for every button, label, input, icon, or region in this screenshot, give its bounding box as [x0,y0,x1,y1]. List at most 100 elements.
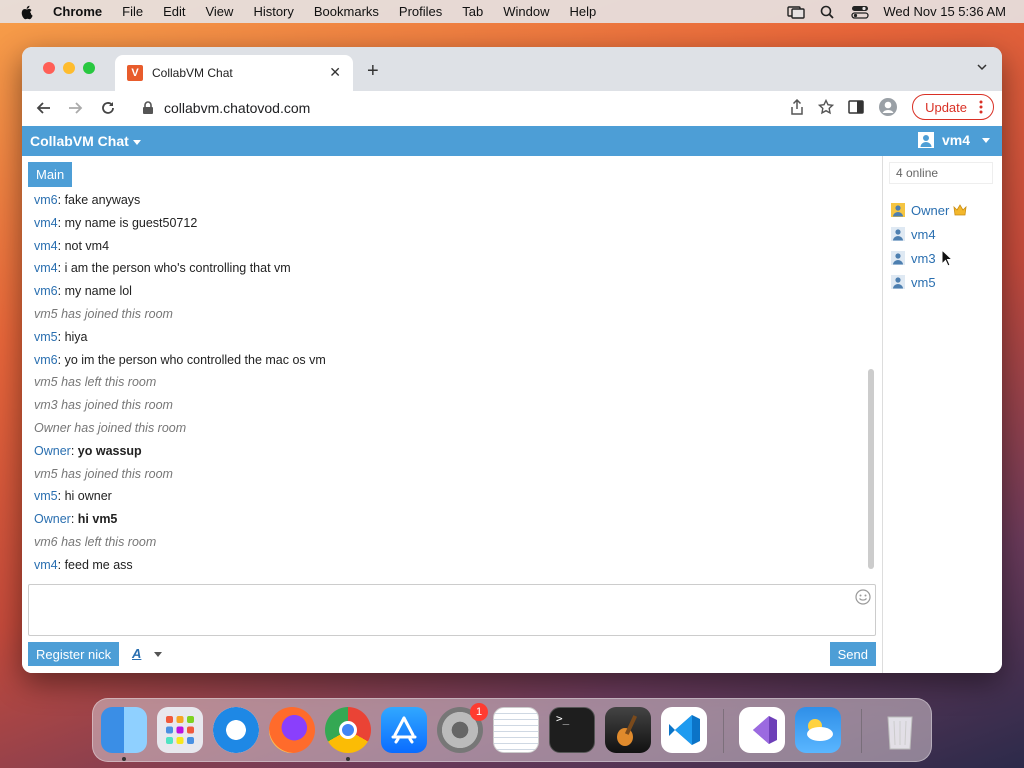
close-window-button[interactable] [43,62,55,74]
new-tab-icon[interactable]: + [367,60,379,83]
user-list: Owner vm4 vm3 vm5 [891,198,967,294]
message-text: hiya [64,329,88,344]
chat-message: Owner: yo wassup [34,440,864,463]
message-separator: : [57,261,65,276]
chrome-icon[interactable] [325,707,371,753]
chat-message: vm6: fake anyways [34,189,864,212]
message-nick[interactable]: vm4 [34,239,58,253]
browser-toolbar: collabvm.chatovod.com Update [22,91,1002,126]
vscode-icon[interactable] [661,707,707,753]
message-scrollbar[interactable] [867,189,875,579]
menu-tab[interactable]: Tab [462,4,483,19]
message-nick[interactable]: vm6 [34,193,58,207]
register-nick-button[interactable]: Register nick [28,642,120,666]
format-caret-icon[interactable] [154,652,162,657]
system-message: vm5 has joined this room [34,463,864,486]
screen-mirror-icon[interactable] [787,5,806,19]
smiley-icon[interactable] [855,589,871,605]
current-user-menu[interactable]: vm4 [917,132,990,148]
visual-studio-icon[interactable] [739,707,785,753]
message-nick[interactable]: vm6 [34,353,58,367]
menu-edit[interactable]: Edit [163,4,185,19]
bookmark-star-icon[interactable] [818,99,835,115]
menu-bookmarks[interactable]: Bookmarks [314,4,379,19]
control-center-icon[interactable] [851,5,870,19]
spotlight-search-icon[interactable] [819,5,837,19]
menu-app-name[interactable]: Chrome [53,4,102,19]
close-tab-icon[interactable]: ✕ [329,64,341,81]
chat-brand-menu[interactable]: CollabVM Chat [30,133,141,149]
address-bar[interactable]: collabvm.chatovod.com [132,93,792,123]
update-button[interactable]: Update [912,94,994,120]
message-separator: : [57,193,65,207]
user-list-item[interactable]: Owner [891,198,967,222]
chat-message: vm4: i am the person who's controlling t… [34,257,864,280]
share-icon[interactable] [790,99,804,115]
firefox-icon[interactable] [269,707,315,753]
message-nick[interactable]: Owner [34,444,71,458]
text-format-button[interactable]: A [132,646,141,661]
tab-collabvm-chat[interactable]: V CollabVM Chat ✕ [115,55,353,91]
message-text: vm5 has joined this room [34,306,173,321]
lock-icon[interactable] [142,101,154,115]
menu-window[interactable]: Window [503,4,549,19]
message-separator: : [57,215,65,230]
message-nick[interactable]: Owner [34,512,71,526]
apple-icon[interactable] [19,4,35,20]
tab-search-chevron-icon[interactable] [976,61,988,73]
message-separator: : [70,512,78,527]
reload-icon[interactable] [100,100,116,116]
online-count: 4 online [889,162,993,184]
menu-help[interactable]: Help [570,4,597,19]
textedit-icon[interactable] [493,707,539,753]
user-list-item[interactable]: vm3 [891,246,967,270]
message-nick[interactable]: vm4 [34,558,58,572]
forward-arrow-icon[interactable] [67,100,83,116]
menu-history[interactable]: History [253,4,293,19]
menu-clock[interactable]: Wed Nov 15 5:36 AM [883,4,1006,19]
user-icon [891,203,905,217]
menu-profiles[interactable]: Profiles [399,4,442,19]
minimize-window-button[interactable] [63,62,75,74]
message-list: vm6: fake anyways vm4: my name is guest50… [34,189,864,579]
url-text[interactable]: collabvm.chatovod.com [164,100,310,116]
profile-avatar-icon[interactable] [878,97,898,117]
finder-icon[interactable] [101,707,147,753]
menu-view[interactable]: View [205,4,233,19]
message-input[interactable] [28,584,876,636]
tab-main-room[interactable]: Main [28,162,73,187]
terminal-icon[interactable]: >_ [549,707,595,753]
more-menu-icon [979,100,983,114]
zoom-window-button[interactable] [83,62,95,74]
user-icon [891,227,905,241]
brand-caret-icon [132,139,141,145]
tab-strip: V CollabVM Chat ✕ + [22,47,1002,91]
send-button[interactable]: Send [829,642,876,666]
weather-icon[interactable] [795,707,841,753]
chat-message: vm4: feed me ass [34,554,864,577]
message-text: my name lol [64,284,132,299]
chat-message: vm5: hiya [34,326,864,349]
side-panel-icon[interactable] [848,100,864,114]
message-nick[interactable]: vm4 [34,261,58,275]
dock-separator [723,709,724,753]
chrome-center-dot [339,721,357,739]
message-nick[interactable]: vm5 [34,489,58,503]
app-store-icon[interactable] [381,707,427,753]
terminal-prompt-glyph: >_ [556,712,570,725]
update-label: Update [925,99,967,115]
message-nick[interactable]: vm6 [34,284,58,298]
back-arrow-icon[interactable] [36,100,52,116]
message-text: vm3 has joined this room [34,398,173,413]
safari-icon[interactable] [213,707,259,753]
message-nick[interactable]: vm4 [34,216,58,230]
user-list-item[interactable]: vm5 [891,270,967,294]
menu-file[interactable]: File [122,4,143,19]
message-nick[interactable]: vm5 [34,330,58,344]
user-list-item[interactable]: vm4 [891,222,967,246]
garageband-icon[interactable] [605,707,651,753]
scrollbar-thumb[interactable] [868,369,874,569]
trash-icon[interactable] [877,707,923,753]
chat-pane: Main vm6: fake anyways vm4: my name is gu… [22,156,882,673]
launchpad-icon[interactable] [157,707,203,753]
